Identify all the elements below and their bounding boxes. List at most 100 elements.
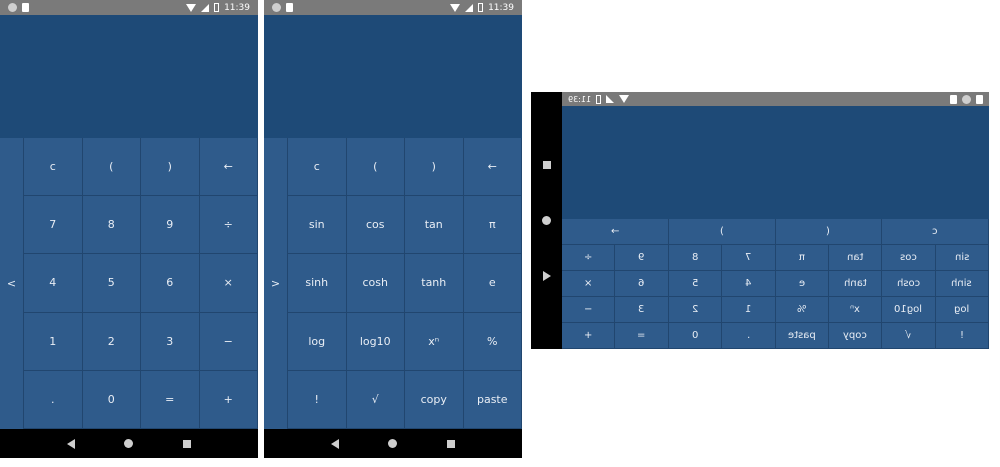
recent-apps-icon[interactable] <box>542 160 551 169</box>
key-multiply[interactable]: × <box>562 271 616 297</box>
key-sin[interactable]: sin <box>935 245 989 271</box>
back-icon[interactable] <box>542 271 551 282</box>
back-icon[interactable] <box>66 438 75 449</box>
status-time: 11:39 <box>224 2 250 13</box>
key-0[interactable]: 0 <box>82 370 141 429</box>
recent-apps-icon[interactable] <box>447 439 456 448</box>
key-pi[interactable]: π <box>463 196 522 255</box>
advanced-drawer-handle[interactable]: < <box>0 138 24 429</box>
key-backspace[interactable]: ← <box>199 138 258 197</box>
home-icon[interactable] <box>388 439 398 448</box>
key-percent[interactable]: % <box>463 312 522 371</box>
key-close-paren[interactable]: ) <box>141 138 200 197</box>
key-4[interactable]: 4 <box>722 271 776 297</box>
key-clear[interactable]: c <box>288 138 347 197</box>
key-close-paren[interactable]: ) <box>405 138 464 197</box>
key-cos[interactable]: cos <box>346 196 405 255</box>
key-minus[interactable]: − <box>562 297 616 323</box>
key-sqrt[interactable]: √ <box>346 370 405 429</box>
key-sinh[interactable]: sinh <box>288 254 347 313</box>
key-0[interactable]: 0 <box>668 323 723 349</box>
back-icon[interactable] <box>330 438 339 449</box>
key-8[interactable]: 8 <box>82 196 141 255</box>
key-6[interactable]: 6 <box>615 271 669 297</box>
battery-icon <box>596 94 602 104</box>
key-cos[interactable]: cos <box>882 245 936 271</box>
key-9[interactable]: 9 <box>615 245 669 271</box>
key-7[interactable]: 7 <box>24 196 83 255</box>
key-4[interactable]: 4 <box>24 254 83 313</box>
key-paste[interactable]: paste <box>463 370 522 429</box>
calculator-portrait-advanced: 11:39 > c ( ) ← sin cos tan π sinh cosh … <box>264 0 522 458</box>
home-icon[interactable] <box>542 215 551 225</box>
key-divide[interactable]: ÷ <box>199 196 258 255</box>
key-1[interactable]: 1 <box>24 312 83 371</box>
key-tan[interactable]: tan <box>828 245 883 271</box>
key-equals[interactable]: = <box>615 323 669 349</box>
key-log10[interactable]: log10 <box>346 312 405 371</box>
key-pi[interactable]: π <box>775 245 829 271</box>
android-nav-bar-vertical <box>531 92 562 349</box>
screenshot-collage: 11:39 < c ( ) ← 7 8 9 ÷ 4 5 6 × 1 2 3 − … <box>0 0 1000 467</box>
key-decimal[interactable]: . <box>24 370 83 429</box>
android-nav-bar <box>0 429 258 458</box>
key-log10[interactable]: log10 <box>882 297 936 323</box>
key-log[interactable]: log <box>935 297 989 323</box>
key-sinh[interactable]: sinh <box>935 271 989 297</box>
key-8[interactable]: 8 <box>668 245 723 271</box>
key-3[interactable]: 3 <box>141 312 200 371</box>
basic-drawer-handle[interactable]: > <box>264 138 288 429</box>
key-decimal[interactable]: . <box>722 323 776 349</box>
key-paste[interactable]: paste <box>775 323 829 349</box>
key-2[interactable]: 2 <box>82 312 141 371</box>
key-power[interactable]: xⁿ <box>828 297 883 323</box>
key-sqrt[interactable]: √ <box>882 323 936 349</box>
key-clear[interactable]: c <box>24 138 83 197</box>
key-9[interactable]: 9 <box>141 196 200 255</box>
key-5[interactable]: 5 <box>82 254 141 313</box>
key-percent[interactable]: % <box>775 297 829 323</box>
key-minus[interactable]: − <box>199 312 258 371</box>
key-6[interactable]: 6 <box>141 254 200 313</box>
key-log[interactable]: log <box>288 312 347 371</box>
key-backspace[interactable]: → <box>562 219 669 245</box>
key-open-paren[interactable]: ( <box>346 138 405 197</box>
key-7[interactable]: 7 <box>722 245 776 271</box>
notification-icon <box>962 94 971 104</box>
key-2[interactable]: 2 <box>668 297 723 323</box>
app-icon <box>976 94 983 104</box>
key-open-paren[interactable]: ( <box>82 138 141 197</box>
key-clear[interactable]: c <box>882 219 989 245</box>
key-plus[interactable]: + <box>562 323 616 349</box>
sd-card-icon <box>286 3 293 12</box>
key-copy[interactable]: copy <box>828 323 883 349</box>
calculator-display <box>264 15 522 138</box>
key-close-paren[interactable]: ) <box>668 219 776 245</box>
key-tanh[interactable]: tanh <box>828 271 883 297</box>
key-multiply[interactable]: × <box>199 254 258 313</box>
calculator-display <box>0 15 258 138</box>
key-3[interactable]: 3 <box>615 297 669 323</box>
key-cosh[interactable]: cosh <box>882 271 936 297</box>
key-open-paren[interactable]: ( <box>775 219 883 245</box>
key-copy[interactable]: copy <box>405 370 464 429</box>
key-5[interactable]: 5 <box>668 271 723 297</box>
key-sin[interactable]: sin <box>288 196 347 255</box>
key-factorial[interactable]: ! <box>935 323 989 349</box>
home-icon[interactable] <box>124 439 134 448</box>
key-equals[interactable]: = <box>141 370 200 429</box>
key-e[interactable]: e <box>463 254 522 313</box>
key-1[interactable]: 1 <box>722 297 776 323</box>
key-cosh[interactable]: cosh <box>346 254 405 313</box>
key-plus[interactable]: + <box>199 370 258 429</box>
key-factorial[interactable]: ! <box>288 370 347 429</box>
key-tan[interactable]: tan <box>405 196 464 255</box>
key-power[interactable]: xⁿ <box>405 312 464 371</box>
key-divide[interactable]: ÷ <box>562 245 616 271</box>
key-tanh[interactable]: tanh <box>405 254 464 313</box>
key-backspace[interactable]: ← <box>463 138 522 197</box>
signal-icon <box>201 3 210 12</box>
keypad-row-2: × 6 5 4 e tanh cosh sinh <box>562 271 989 297</box>
recent-apps-icon[interactable] <box>183 439 192 448</box>
key-e[interactable]: e <box>775 271 829 297</box>
